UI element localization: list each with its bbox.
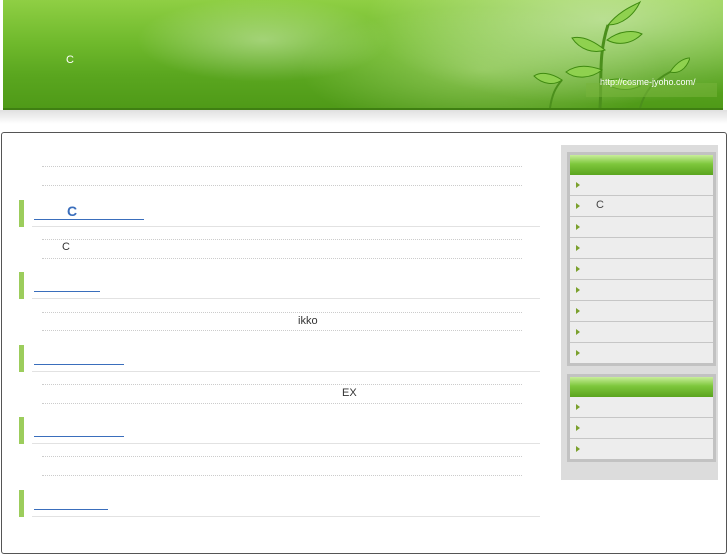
divider [42, 258, 522, 259]
divider [42, 475, 522, 476]
sidebar-item[interactable] [570, 343, 713, 363]
section-text: C [62, 241, 70, 253]
section-heading-link[interactable] [34, 418, 124, 437]
section-underline [32, 443, 540, 444]
header-title: C [66, 54, 74, 66]
arrow-right-icon [576, 203, 580, 209]
divider [42, 185, 522, 186]
section-text: EX [342, 387, 357, 399]
sidebar-item-label: C [596, 199, 604, 211]
sidebar-menu-box [567, 374, 716, 462]
section-accent-bar [19, 200, 24, 227]
sidebar-menu-header [570, 377, 713, 397]
arrow-right-icon [576, 446, 580, 452]
section-heading-link[interactable]: C [34, 201, 144, 220]
section-accent-bar [19, 345, 24, 372]
section-heading-link[interactable] [34, 491, 108, 510]
sidebar-item[interactable] [570, 217, 713, 238]
arrow-right-icon [576, 425, 580, 431]
divider [42, 384, 522, 385]
sidebar: C [561, 145, 718, 480]
section-accent-bar [19, 417, 24, 444]
divider [42, 330, 522, 331]
sidebar-item[interactable] [570, 280, 713, 301]
divider [42, 403, 522, 404]
sidebar-item[interactable] [570, 439, 713, 459]
sidebar-item[interactable] [570, 238, 713, 259]
sidebar-item[interactable] [570, 322, 713, 343]
arrow-right-icon [576, 245, 580, 251]
section-accent-bar [19, 490, 24, 517]
arrow-right-icon [576, 266, 580, 272]
sidebar-item[interactable] [570, 259, 713, 280]
section-underline [32, 516, 540, 517]
arrow-right-icon [576, 308, 580, 314]
arrow-right-icon [576, 404, 580, 410]
divider [42, 312, 522, 313]
sidebar-item[interactable] [570, 301, 713, 322]
sidebar-item[interactable] [570, 175, 713, 196]
arrow-right-icon [576, 224, 580, 230]
section-underline [32, 226, 540, 227]
divider [42, 456, 522, 457]
header-shadow [0, 110, 727, 124]
arrow-right-icon [576, 287, 580, 293]
sidebar-menu-header [570, 155, 713, 175]
sidebar-item[interactable] [570, 397, 713, 418]
section-heading-link[interactable] [34, 346, 124, 365]
sidebar-item[interactable] [570, 418, 713, 439]
divider [42, 239, 522, 240]
arrow-right-icon [576, 182, 580, 188]
section-accent-bar [19, 272, 24, 299]
section-underline [32, 371, 540, 372]
arrow-right-icon [576, 329, 580, 335]
section-underline [32, 298, 540, 299]
sidebar-item[interactable]: C [570, 196, 713, 217]
section-heading-link[interactable] [34, 273, 100, 292]
divider [42, 166, 522, 167]
section-heading-text: C [67, 203, 78, 219]
section-text: ikko [298, 315, 318, 327]
site-url-link[interactable]: http://cosme-jyoho.com/ [600, 77, 696, 87]
sidebar-menu-box: C [567, 152, 716, 366]
arrow-right-icon [576, 350, 580, 356]
